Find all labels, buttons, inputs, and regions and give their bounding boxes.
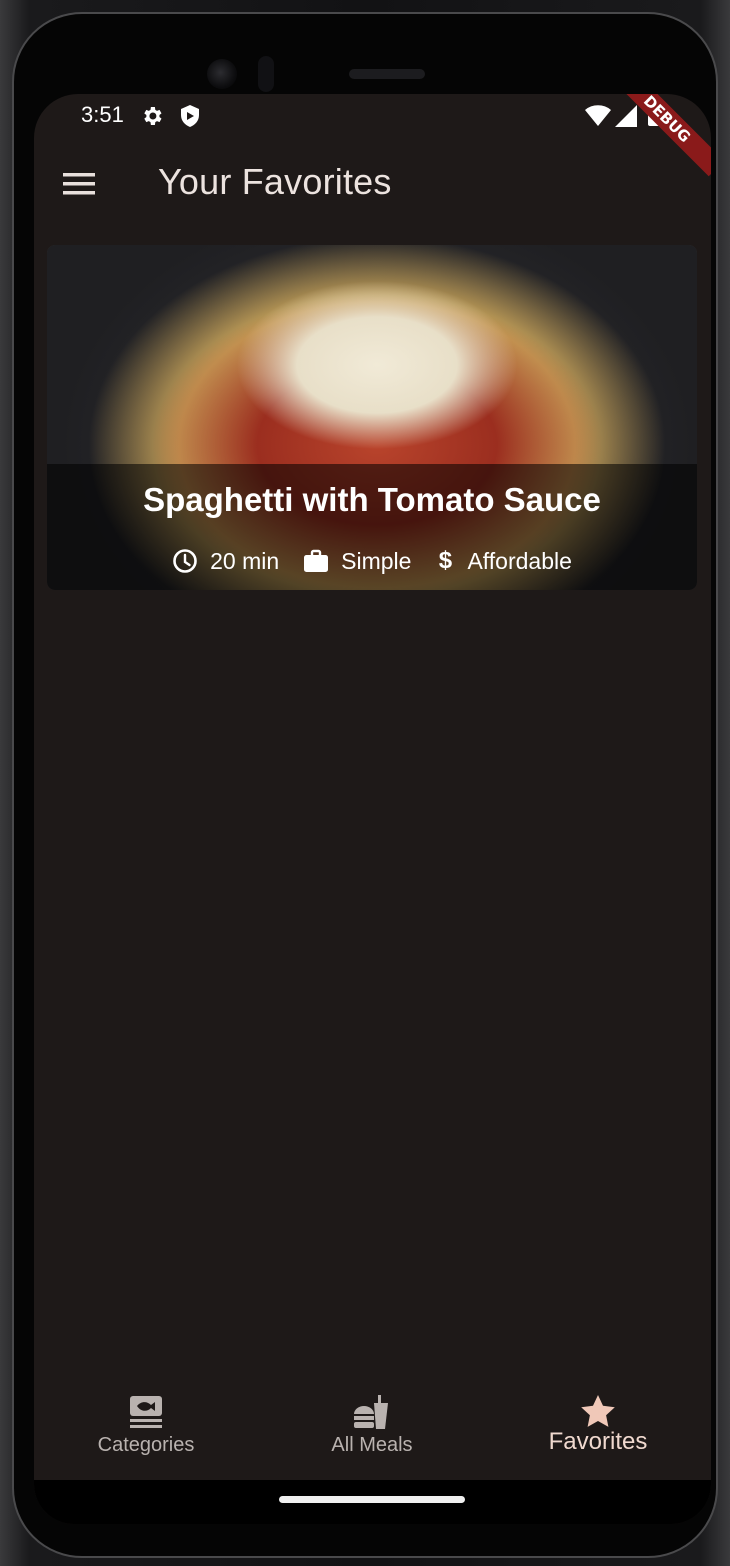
status-bar: 3:51 DEBUG <box>34 94 711 177</box>
status-time: 3:51 <box>81 102 124 127</box>
earpiece-speaker <box>349 69 425 79</box>
system-navigation-bar <box>34 1480 711 1524</box>
nav-label-all-meals: All Meals <box>331 1434 413 1456</box>
clock-icon <box>173 549 197 573</box>
screen: 3:51 DEBUG Your Favorites Spaghetti with… <box>34 94 711 1524</box>
nav-tab-categories[interactable]: Categories <box>46 1394 246 1457</box>
meal-complexity-text: Simple <box>341 547 412 574</box>
set-meal-icon <box>130 1396 162 1428</box>
device-frame: 3:51 DEBUG Your Favorites Spaghetti with… <box>0 0 730 1566</box>
meal-affordability-text: Affordable <box>467 547 572 574</box>
meal-traits: 20 min Simple $ Affordable <box>47 547 697 575</box>
signal-icon <box>615 105 637 132</box>
nav-label-categories: Categories <box>97 1434 195 1456</box>
nav-tab-favorites[interactable]: Favorites <box>498 1394 698 1456</box>
proximity-sensor <box>258 56 274 92</box>
menu-icon <box>63 173 95 195</box>
dollar-icon: $ <box>438 547 453 574</box>
star-icon <box>581 1395 615 1427</box>
meal-complexity: Simple <box>303 548 411 575</box>
page-title: Your Favorites <box>158 161 392 202</box>
gear-icon <box>140 104 164 133</box>
meal-affordability: $ Affordable <box>435 547 572 575</box>
meal-duration-text: 20 min <box>210 547 280 574</box>
meal-duration: 20 min <box>172 548 279 575</box>
front-camera <box>207 59 237 89</box>
meal-card[interactable]: Spaghetti with Tomato Sauce 20 min Simpl… <box>47 245 697 590</box>
nav-label-favorites: Favorites <box>548 1428 648 1455</box>
briefcase-icon <box>304 549 329 572</box>
home-indicator[interactable] <box>279 1496 465 1503</box>
fastfood-icon <box>354 1395 388 1429</box>
nav-tab-all-meals[interactable]: All Meals <box>272 1394 472 1457</box>
bottom-navigation: Categories All Meals Favorites <box>34 1380 711 1480</box>
app-bar: Your Favorites <box>34 140 711 226</box>
menu-button[interactable] <box>56 160 104 208</box>
shield-icon <box>179 104 201 133</box>
meal-title: Spaghetti with Tomato Sauce <box>143 481 601 518</box>
wifi-icon <box>585 105 611 132</box>
